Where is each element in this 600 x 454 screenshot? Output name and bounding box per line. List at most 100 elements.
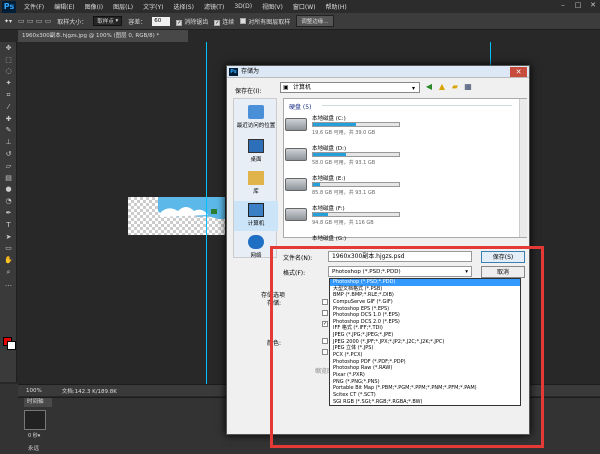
loop-option[interactable]: 永远: [28, 444, 39, 452]
selection-mode-icons[interactable]: ▭ ▭ ▭ ▭: [18, 17, 51, 25]
crop-tool-icon[interactable]: ⌗: [0, 89, 17, 101]
path-select-icon[interactable]: ➤: [0, 231, 17, 243]
antialias-option[interactable]: ✓ 消除锯齿: [176, 17, 208, 26]
gradient-tool-icon[interactable]: ▤: [0, 172, 17, 184]
places-bar: 最近访问的位置 桌面 库 计算机 网络: [233, 98, 278, 259]
drive-usage-fill: [313, 183, 320, 186]
menu-filter[interactable]: 滤镜(T): [199, 2, 229, 11]
drive-item[interactable]: 本地磁盘 (E:) 85.8 GB 可用，共 93.1 GB: [285, 174, 425, 198]
place-desktop[interactable]: 桌面: [234, 139, 278, 163]
options-bar: ✦▾ ▭ ▭ ▭ ▭ 取样大小： 取样点 ▾ 容差： 60 ✓ 消除锯齿 ✓ 连续 …: [0, 13, 600, 30]
drive-name: 本地磁盘 (D:): [312, 146, 347, 152]
drive-name: 本地磁盘 (E:): [312, 176, 346, 182]
menu-window[interactable]: 窗口(W): [288, 2, 321, 11]
drive-usage-bar: [312, 152, 400, 157]
menu-edit[interactable]: 编辑(E): [49, 2, 79, 11]
contiguous-option[interactable]: ✓ 连续: [214, 17, 234, 26]
place-recent[interactable]: 最近访问的位置: [234, 105, 278, 129]
menu-view[interactable]: 视图(V): [257, 2, 288, 11]
drive-space: 19.6 GB 可用，共 39.0 GB: [312, 130, 376, 136]
view-menu-icon[interactable]: ▦: [463, 82, 473, 92]
more-tools-icon[interactable]: …: [0, 278, 17, 290]
magic-wand-tool-icon[interactable]: ✦: [0, 77, 17, 89]
menu-help[interactable]: 帮助(H): [321, 2, 352, 11]
hard-drives-header[interactable]: 硬盘 (5): [289, 102, 311, 111]
type-tool-icon[interactable]: T: [0, 219, 17, 231]
magic-wand-icon[interactable]: ✦▾: [4, 18, 12, 25]
history-brush-icon[interactable]: ↺: [0, 148, 17, 160]
document-tab[interactable]: 1960x300副本.hjgzs.jpg @ 100% (图层 0, RGB/8…: [18, 30, 188, 42]
photoshop-icon: Ps: [229, 68, 238, 76]
menu-3d[interactable]: 3D(D): [229, 3, 257, 10]
toolbox: ✥ ⬚ ◌ ✦ ⌗ ⁄ ✚ ✎ ⊥ ↺ ▱ ▤ ● ◔ ✒ T ➤ ▭ ✋ ⌕ …: [0, 42, 17, 382]
back-icon[interactable]: ◀: [424, 82, 434, 92]
contiguous-checkbox[interactable]: ✓: [214, 19, 221, 26]
shape-tool-icon[interactable]: ▭: [0, 243, 17, 255]
sample-size-select[interactable]: 取样点 ▾: [93, 16, 123, 26]
new-folder-icon[interactable]: ▰: [450, 82, 460, 92]
move-tool-icon[interactable]: ✥: [0, 42, 17, 54]
zoom-level[interactable]: 100%: [26, 388, 42, 394]
pen-tool-icon[interactable]: ✒: [0, 207, 17, 219]
background-color-swatch[interactable]: [7, 341, 16, 350]
place-computer[interactable]: 计算机: [234, 201, 278, 231]
window-controls: – □ ✕: [558, 1, 598, 10]
sample-all-checkbox[interactable]: [240, 17, 247, 24]
menu-file[interactable]: 文件(F): [19, 2, 49, 11]
drive-space: 58.0 GB 可用，共 93.1 GB: [312, 160, 376, 166]
hand-tool-icon[interactable]: ✋: [0, 254, 17, 266]
timeline-tab[interactable]: 时间轴: [24, 398, 52, 407]
antialias-checkbox[interactable]: ✓: [176, 19, 183, 26]
drive-item[interactable]: 本地磁盘 (C:) 19.6 GB 可用，共 39.0 GB: [285, 114, 425, 138]
lasso-tool-icon[interactable]: ◌: [0, 66, 17, 78]
menu-type[interactable]: 文字(Y): [138, 2, 168, 11]
minimize-icon[interactable]: –: [558, 1, 568, 10]
hard-drive-icon: [285, 148, 307, 161]
up-folder-icon[interactable]: ▲: [437, 82, 447, 92]
drive-usage-fill: [313, 153, 346, 156]
menu-layer[interactable]: 图层(L): [108, 2, 138, 11]
nav-toolbar: ◀ ▲ ▰ ▦: [424, 82, 473, 92]
tolerance-input[interactable]: 60: [152, 16, 171, 26]
dodge-tool-icon[interactable]: ◔: [0, 195, 17, 207]
drive-usage-fill: [313, 123, 356, 126]
zoom-tool-icon[interactable]: ⌕: [0, 266, 17, 278]
blur-tool-icon[interactable]: ●: [0, 184, 17, 196]
library-icon: [248, 171, 264, 185]
drive-item[interactable]: 本地磁盘 (F:) 94.8 GB 可用，共 116 GB: [285, 204, 425, 228]
stamp-tool-icon[interactable]: ⊥: [0, 136, 17, 148]
dialog-close-button[interactable]: ✕: [510, 67, 527, 77]
chevron-down-icon[interactable]: ▾: [412, 85, 415, 92]
marquee-tool-icon[interactable]: ⬚: [0, 54, 17, 66]
desktop-icon: [248, 139, 264, 153]
canvas-image[interactable]: [128, 197, 225, 235]
close-icon[interactable]: ✕: [588, 1, 598, 10]
place-libraries[interactable]: 库: [234, 171, 278, 195]
photoshop-logo: Ps: [2, 0, 16, 13]
save-in-select[interactable]: ▣ 计算机: [280, 82, 420, 93]
timeline-frame[interactable]: [24, 410, 46, 430]
drive-item[interactable]: 本地磁盘 (G:): [285, 234, 425, 242]
sample-size-label: 取样大小：: [57, 18, 88, 26]
menu-select[interactable]: 选择(S): [168, 2, 199, 11]
healing-tool-icon[interactable]: ✚: [0, 113, 17, 125]
drive-name: 本地磁盘 (G:): [312, 236, 347, 242]
eraser-tool-icon[interactable]: ▱: [0, 160, 17, 172]
maximize-icon[interactable]: □: [573, 1, 583, 10]
drive-usage-bar: [312, 182, 400, 187]
menu-image[interactable]: 图像(I): [80, 2, 108, 11]
drive-usage-bar: [312, 212, 400, 217]
network-icon: [248, 235, 264, 249]
drive-space: 85.8 GB 可用，共 93.1 GB: [312, 190, 376, 196]
drive-item[interactable]: 本地磁盘 (D:) 58.0 GB 可用，共 93.1 GB: [285, 144, 425, 168]
tolerance-label: 容差：: [128, 18, 147, 26]
guide-line[interactable]: [206, 42, 207, 384]
hard-drive-icon: [285, 208, 307, 221]
document-info[interactable]: 文档:142.3 K/189.8K: [62, 387, 117, 395]
frame-delay[interactable]: 0 秒▾: [28, 432, 40, 439]
file-list-scrollbar[interactable]: [519, 99, 527, 237]
eyedropper-tool-icon[interactable]: ⁄: [0, 101, 17, 113]
brush-tool-icon[interactable]: ✎: [0, 125, 17, 137]
refine-edge-button[interactable]: 调整边缘...: [296, 15, 334, 27]
sample-all-option[interactable]: 对所有图层取样: [240, 17, 290, 26]
